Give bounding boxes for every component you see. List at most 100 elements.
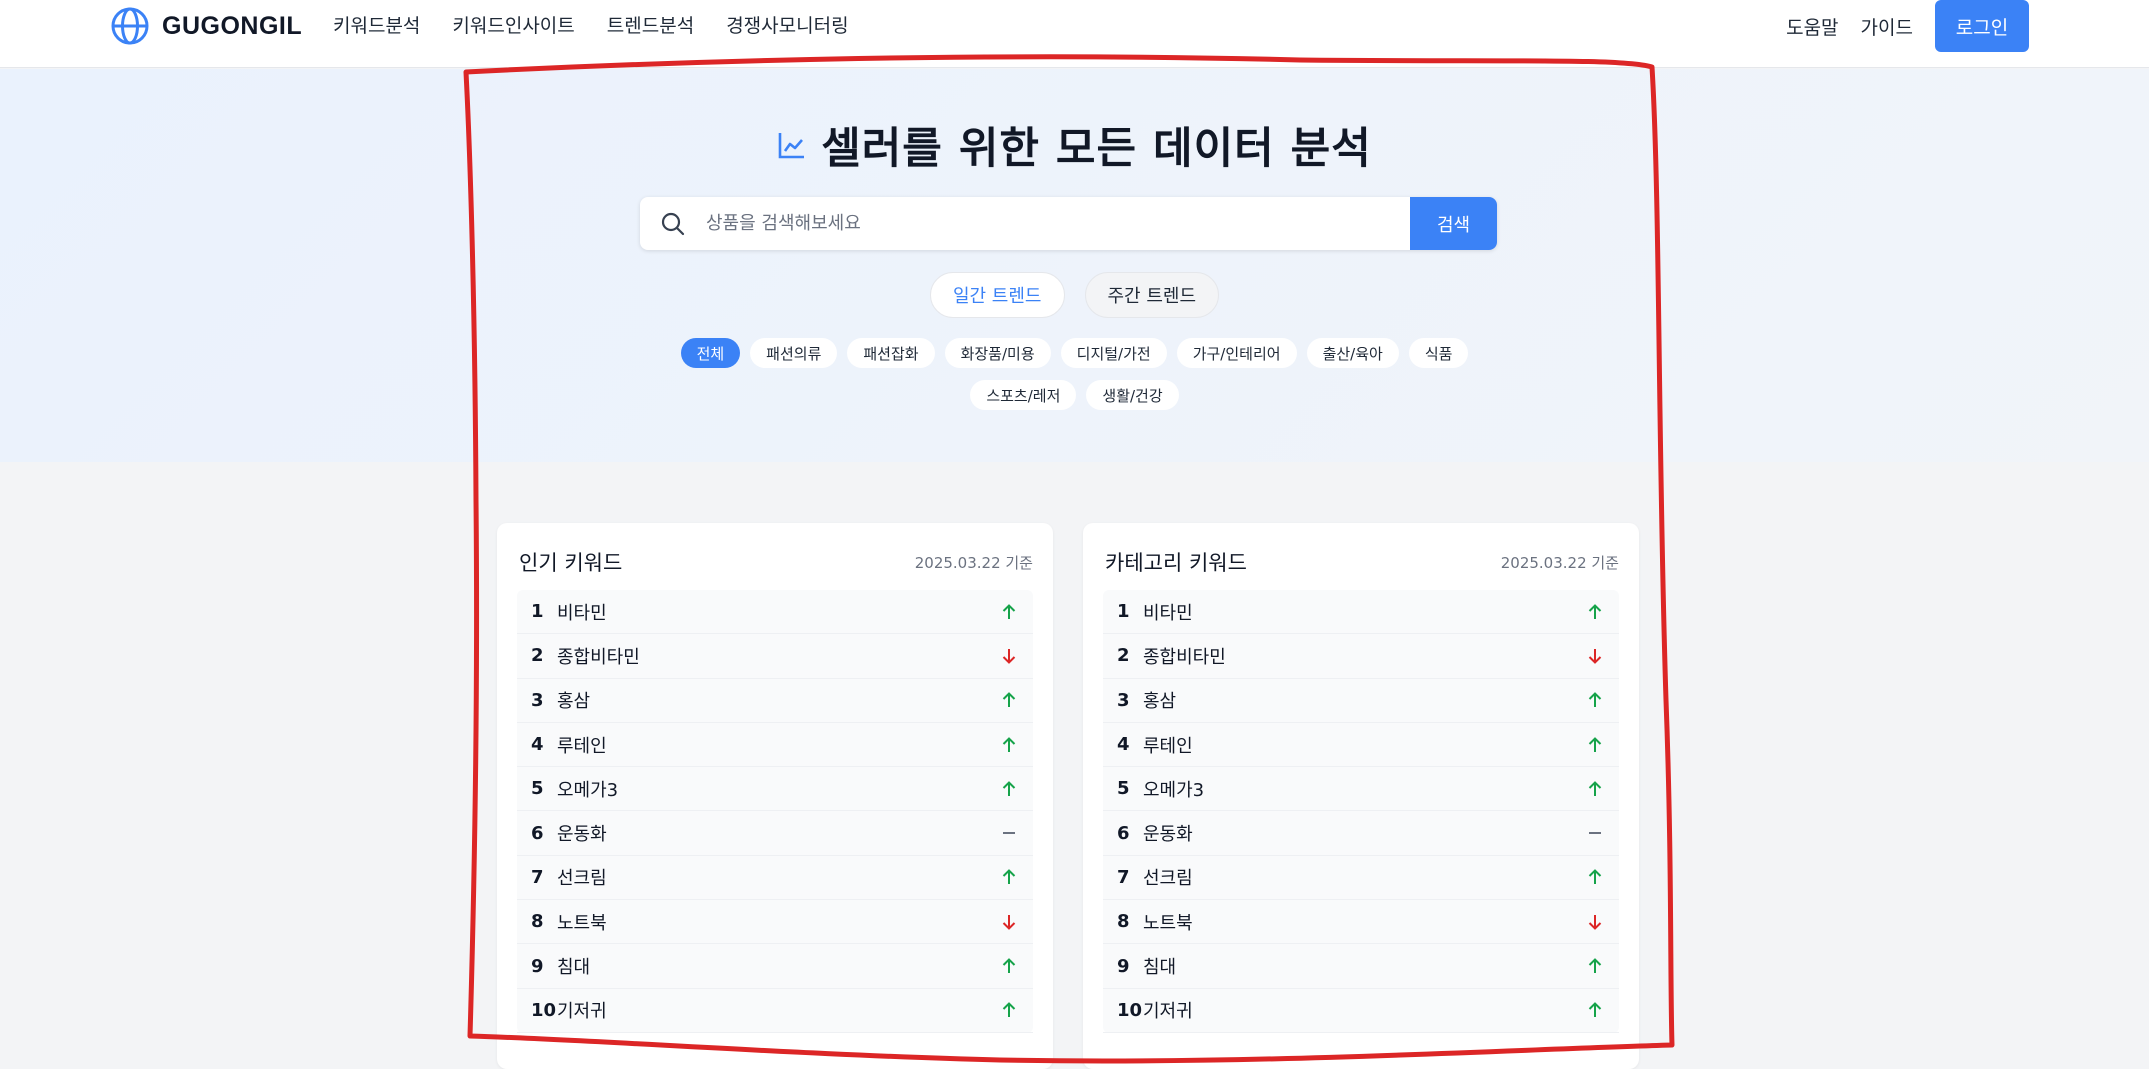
keyword-text: 루테인 bbox=[1143, 735, 1193, 757]
keyword-rank: 5 bbox=[531, 778, 544, 800]
keyword-row[interactable]: 9 침대 bbox=[1103, 944, 1619, 989]
keyword-row[interactable]: 1 비타민 bbox=[517, 590, 1033, 635]
keyword-row[interactable]: 7 선크림 bbox=[517, 856, 1033, 901]
login-button[interactable]: 로그인 bbox=[1935, 0, 2029, 52]
arrow-up-icon bbox=[997, 691, 1021, 709]
keyword-rank: 8 bbox=[531, 911, 544, 933]
nav-keyword-insight[interactable]: 키워드인사이트 bbox=[452, 12, 574, 40]
tab-daily-trend[interactable]: 일간 트렌드 bbox=[929, 272, 1065, 318]
nav-trend-analysis[interactable]: 트렌드분석 bbox=[607, 12, 694, 40]
keyword-rank: 2 bbox=[1117, 645, 1130, 667]
main-nav: 키워드분석 키워드인사이트 트렌드분석 경쟁사모니터링 bbox=[333, 12, 849, 40]
keyword-rank: 9 bbox=[1117, 955, 1130, 977]
arrow-up-icon bbox=[1583, 957, 1607, 975]
chip-fashion-clothing[interactable]: 패션의류 bbox=[750, 338, 838, 368]
keyword-row[interactable]: 3 홍삼 bbox=[1103, 679, 1619, 723]
line-chart-icon bbox=[778, 133, 805, 159]
keyword-rank: 3 bbox=[531, 689, 544, 711]
chip-birth-childcare[interactable]: 출산/육아 bbox=[1306, 338, 1399, 368]
keyword-text: 비타민 bbox=[1143, 602, 1193, 624]
keyword-row[interactable]: 3 홍삼 bbox=[517, 679, 1033, 723]
logo[interactable]: GUGONGIL bbox=[110, 6, 302, 46]
nav-keyword-analysis[interactable]: 키워드분석 bbox=[333, 12, 420, 40]
arrow-up-icon bbox=[997, 868, 1021, 886]
keyword-rank: 6 bbox=[1117, 822, 1130, 844]
chip-sports-leisure[interactable]: 스포츠/레저 bbox=[970, 380, 1077, 410]
keyword-row[interactable]: 5 오메가3 bbox=[517, 767, 1033, 812]
keyword-text: 비타민 bbox=[557, 602, 607, 624]
keyword-text: 기저귀 bbox=[1143, 1001, 1193, 1023]
keyword-text: 종합비타민 bbox=[557, 646, 640, 668]
arrow-up-icon bbox=[1583, 780, 1607, 798]
keyword-row[interactable]: 1 비타민 bbox=[1103, 590, 1619, 635]
hero-title: 셀러를 위한 모든 데이터 분석 bbox=[0, 114, 2149, 176]
keyword-row[interactable]: 10 기저귀 bbox=[517, 989, 1033, 1033]
search-input[interactable] bbox=[706, 197, 1410, 250]
nav-right: 도움말 가이드 로그인 bbox=[1786, 0, 2029, 52]
keyword-row[interactable]: 6 운동화 bbox=[517, 811, 1033, 856]
chip-fashion-accessories[interactable]: 패션잡화 bbox=[847, 338, 935, 368]
keyword-rank: 5 bbox=[1117, 778, 1130, 800]
search-button[interactable]: 검색 bbox=[1410, 197, 1497, 250]
chip-digital-appliances[interactable]: 디지털/가전 bbox=[1060, 338, 1167, 368]
chip-furniture-interior[interactable]: 가구/인테리어 bbox=[1176, 338, 1297, 368]
card-date: 2025.03.22 기준 bbox=[914, 553, 1033, 572]
arrow-up-icon bbox=[1583, 691, 1607, 709]
keyword-list: 1 비타민 2 종합비타민 3 홍삼 4 루테인 5 오메가3 6 운동화 7 선크림 8 노트북 9 침대 10 기… bbox=[1103, 590, 1619, 1033]
keyword-rank: 1 bbox=[531, 601, 544, 623]
arrow-up-icon bbox=[1583, 868, 1607, 886]
keyword-row[interactable]: 4 루테인 bbox=[1103, 723, 1619, 768]
category-filters: 전체 패션의류 패션잡화 화장품/미용 디지털/가전 가구/인테리어 출산/육아… bbox=[0, 338, 2149, 410]
search-icon bbox=[640, 197, 706, 250]
dash-icon bbox=[1583, 824, 1607, 842]
arrow-down-icon bbox=[997, 913, 1021, 931]
keyword-rank: 10 bbox=[1117, 999, 1143, 1021]
keyword-rank: 8 bbox=[1117, 911, 1130, 933]
keyword-row[interactable]: 7 선크림 bbox=[1103, 856, 1619, 901]
keyword-text: 선크림 bbox=[557, 868, 607, 890]
keyword-text: 운동화 bbox=[557, 824, 607, 846]
arrow-up-icon bbox=[1583, 736, 1607, 754]
keyword-row[interactable]: 10 기저귀 bbox=[1103, 989, 1619, 1033]
guide-link[interactable]: 가이드 bbox=[1861, 13, 1913, 40]
keyword-rank: 6 bbox=[531, 822, 544, 844]
arrow-down-icon bbox=[1583, 647, 1607, 665]
keyword-rank: 10 bbox=[531, 999, 557, 1021]
trend-tabs: 일간 트렌드 주간 트렌드 bbox=[0, 272, 2149, 318]
arrow-down-icon bbox=[1583, 913, 1607, 931]
keyword-row[interactable]: 9 침대 bbox=[517, 944, 1033, 989]
keyword-row[interactable]: 4 루테인 bbox=[517, 723, 1033, 768]
card-header: 인기 키워드 2025.03.22 기준 bbox=[519, 547, 1033, 577]
tab-weekly-trend[interactable]: 주간 트렌드 bbox=[1084, 272, 1220, 318]
chip-food[interactable]: 식품 bbox=[1408, 338, 1469, 368]
chip-living-health[interactable]: 생활/건강 bbox=[1086, 380, 1179, 410]
keyword-row[interactable]: 2 종합비타민 bbox=[517, 634, 1033, 679]
chip-cosmetics-beauty[interactable]: 화장품/미용 bbox=[944, 338, 1051, 368]
keyword-row[interactable]: 2 종합비타민 bbox=[1103, 634, 1619, 679]
keyword-rank: 1 bbox=[1117, 601, 1130, 623]
keyword-text: 종합비타민 bbox=[1143, 646, 1226, 668]
popular-keywords-card: 인기 키워드 2025.03.22 기준 1 비타민 2 종합비타민 3 홍삼 4 루테인 5 오… bbox=[497, 523, 1053, 1069]
keyword-rank: 7 bbox=[1117, 866, 1130, 888]
dash-icon bbox=[997, 824, 1021, 842]
top-navbar: GUGONGIL 키워드분석 키워드인사이트 트렌드분석 경쟁사모니터링 도움말… bbox=[0, 0, 2149, 68]
arrow-up-icon bbox=[997, 780, 1021, 798]
help-link[interactable]: 도움말 bbox=[1786, 13, 1838, 40]
keyword-row[interactable]: 6 운동화 bbox=[1103, 811, 1619, 856]
keyword-row[interactable]: 5 오메가3 bbox=[1103, 767, 1619, 812]
card-header: 카테고리 키워드 2025.03.22 기준 bbox=[1105, 547, 1619, 577]
keyword-text: 홍삼 bbox=[557, 691, 591, 713]
arrow-up-icon bbox=[997, 736, 1021, 754]
logo-text: GUGONGIL bbox=[162, 11, 303, 40]
keyword-row[interactable]: 8 노트북 bbox=[1103, 900, 1619, 945]
card-title: 인기 키워드 bbox=[519, 551, 623, 575]
chip-all[interactable]: 전체 bbox=[680, 338, 741, 368]
page-title: 셀러를 위한 모든 데이터 분석 bbox=[821, 124, 1372, 174]
keyword-text: 침대 bbox=[1143, 957, 1177, 979]
arrow-up-icon bbox=[997, 603, 1021, 621]
nav-competitor-monitoring[interactable]: 경쟁사모니터링 bbox=[726, 12, 848, 40]
arrow-up-icon bbox=[1583, 603, 1607, 621]
keyword-text: 노트북 bbox=[1143, 912, 1193, 934]
keyword-row[interactable]: 8 노트북 bbox=[517, 900, 1033, 945]
keyword-text: 기저귀 bbox=[557, 1001, 607, 1023]
